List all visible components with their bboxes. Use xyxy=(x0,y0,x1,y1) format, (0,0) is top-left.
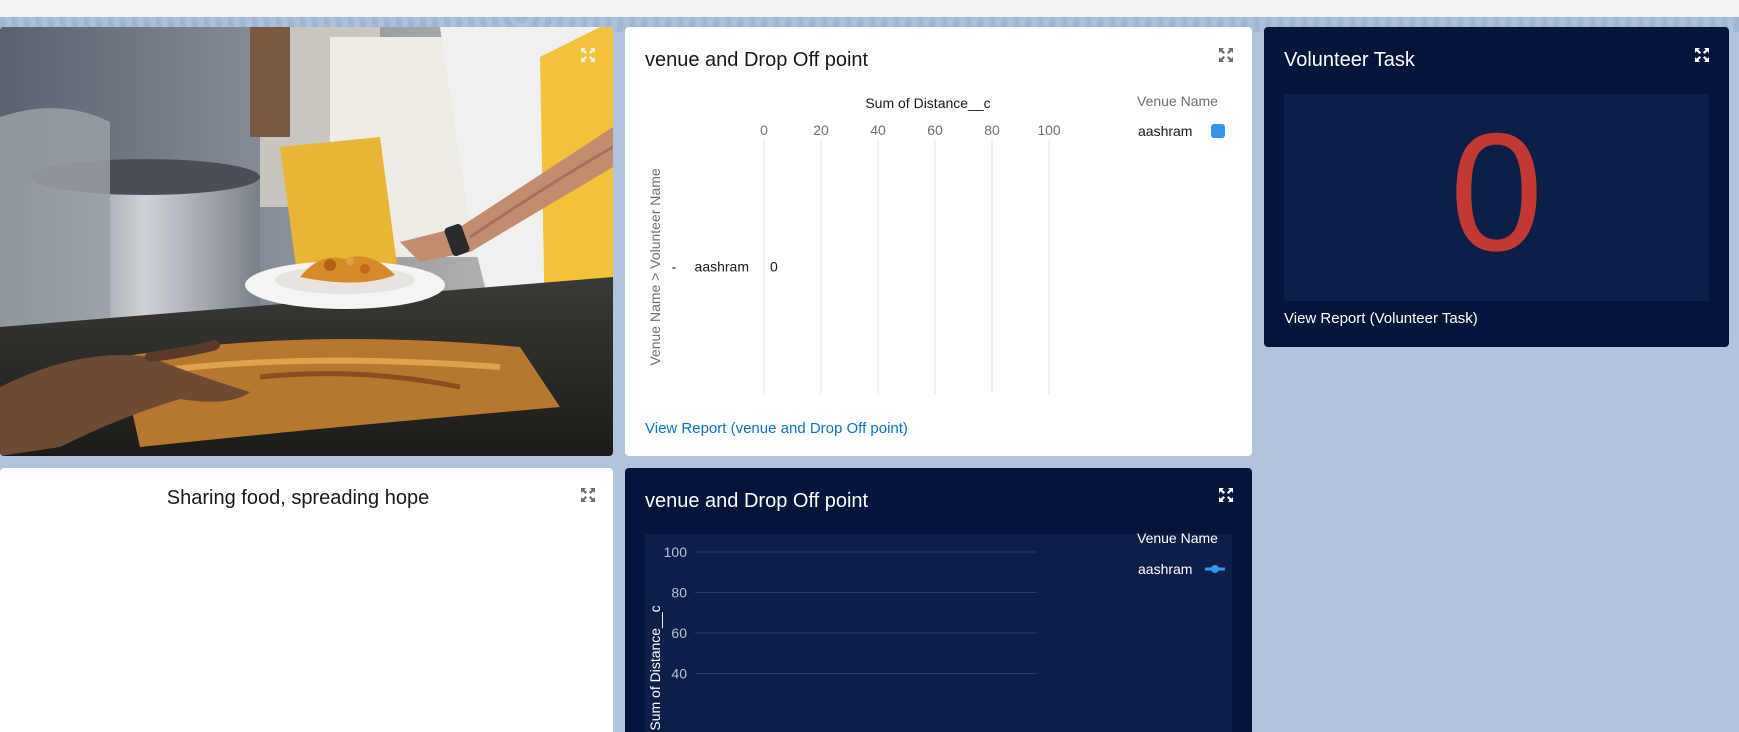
line-chart-widget: venue and Drop Off point 100 80 60 40 Sum o… xyxy=(625,468,1252,732)
legend-item[interactable]: aashram xyxy=(1138,561,1225,577)
grid xyxy=(763,139,1050,394)
expand-icon[interactable] xyxy=(580,47,596,63)
y-tick-label: 80 xyxy=(671,585,687,601)
y-tick-label: 100 xyxy=(664,544,688,560)
metric-value: 0 xyxy=(1449,98,1544,286)
x-tick-label: 0 xyxy=(760,122,768,138)
x-axis-ticks: 0 20 40 60 80 100 xyxy=(760,122,1061,138)
legend-label: aashram xyxy=(1138,123,1192,139)
metric-widget: Volunteer Task 0 View Report (Volunteer … xyxy=(1264,27,1729,347)
chart-title: Sum of Distance__c xyxy=(865,95,990,111)
slogan-tile: Sharing food, spreading hope xyxy=(0,468,613,732)
y-tick-label: 40 xyxy=(671,666,687,682)
bar-chart: Sum of Distance__c Venue Name > Voluntee… xyxy=(647,93,1225,394)
bar-chart-widget: venue and Drop Off point Sum of Distance… xyxy=(625,27,1252,456)
food-sharing-photo xyxy=(0,27,613,456)
metric-box: 0 xyxy=(1284,94,1709,301)
x-tick-label: 60 xyxy=(927,122,943,138)
line-chart: 100806040 Sum of Distance__c Venue Name … xyxy=(647,530,1225,731)
x-tick-label: 20 xyxy=(813,122,829,138)
legend-item[interactable]: aashram xyxy=(1138,123,1225,139)
expand-icon[interactable] xyxy=(580,487,596,503)
bar-value-label: 0 xyxy=(770,259,778,275)
view-report-link[interactable]: View Report (venue and Drop Off point) xyxy=(645,420,908,437)
y-axis-ticks: 100 80 60 40 xyxy=(664,544,688,682)
legend-marker xyxy=(1211,565,1219,573)
y-tick-label: 60 xyxy=(671,625,687,641)
view-report-link[interactable]: View Report (Volunteer Task) xyxy=(1284,310,1478,327)
category-labels: - aashram xyxy=(672,259,749,275)
grid xyxy=(695,551,1037,674)
image-tile xyxy=(0,27,613,456)
x-tick-label: 40 xyxy=(870,122,886,138)
x-tick-label: 80 xyxy=(984,122,1000,138)
legend-title: Venue Name xyxy=(1137,530,1218,546)
y-axis-label: Sum of Distance__c xyxy=(647,605,663,730)
legend-title: Venue Name xyxy=(1137,93,1218,109)
legend-label: aashram xyxy=(1138,561,1192,577)
widget-title: Volunteer Task xyxy=(1284,49,1415,71)
slogan-text: Sharing food, spreading hope xyxy=(166,487,430,509)
category-prefix: - xyxy=(672,259,677,275)
y-axis-label: Venue Name > Volunteer Name xyxy=(647,168,663,366)
legend-swatch xyxy=(1211,124,1225,138)
bars: 0 xyxy=(770,259,778,275)
x-tick-label: 100 xyxy=(1037,122,1061,138)
expand-icon[interactable] xyxy=(1694,47,1710,63)
category-label: aashram xyxy=(695,259,749,275)
top-strip xyxy=(0,0,1739,17)
